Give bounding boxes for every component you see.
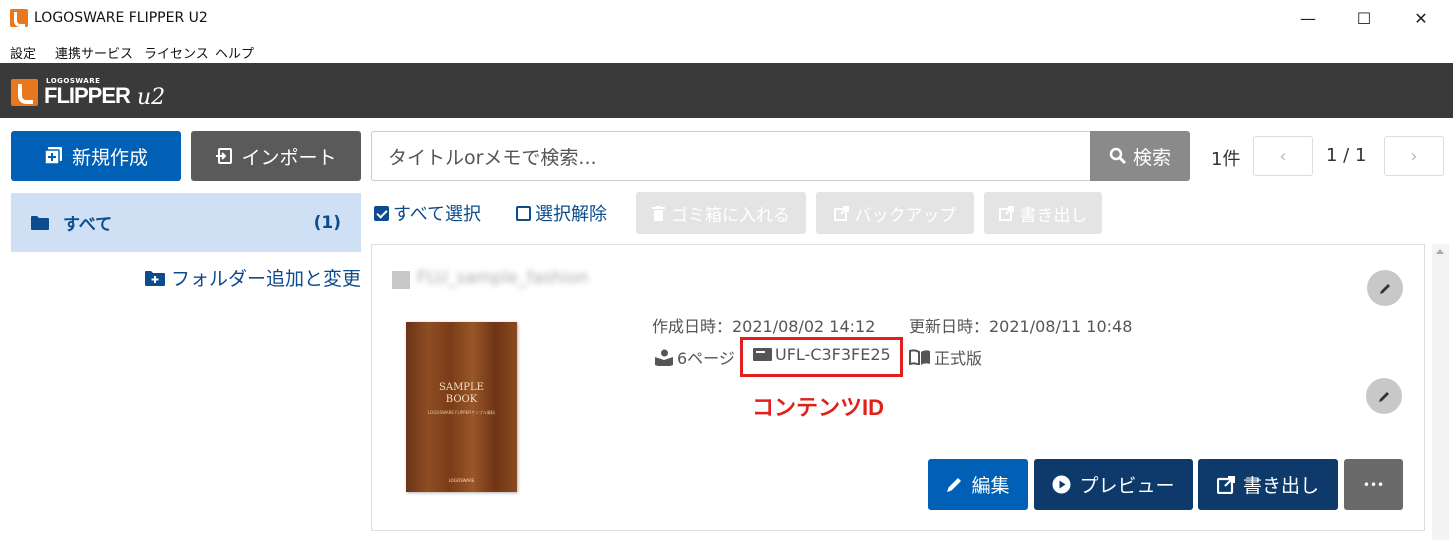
sidebar-item-label: すべて bbox=[63, 215, 113, 235]
book-cover-footer: LOGOSWARE bbox=[448, 478, 475, 483]
import-icon bbox=[216, 148, 233, 164]
sidebar-item-all[interactable]: すべて (1) bbox=[11, 193, 361, 252]
new-button[interactable]: 新規作成 bbox=[11, 131, 181, 181]
logo-mark-icon bbox=[11, 79, 38, 106]
export-selected-button[interactable]: 書き出し bbox=[984, 192, 1102, 234]
next-page-button[interactable]: › bbox=[1384, 136, 1444, 176]
trash-button[interactable]: ゴミ箱に入れる bbox=[636, 192, 806, 234]
search-button-label: 検索 bbox=[1132, 146, 1171, 169]
select-all-link[interactable]: すべて選択 bbox=[374, 200, 481, 226]
more-icon: ••• bbox=[1362, 477, 1385, 492]
backup-button[interactable]: バックアップ bbox=[816, 192, 974, 234]
updated-date: 更新日時：2021/08/11 10:48 bbox=[909, 317, 1133, 336]
folder-add-icon bbox=[144, 270, 165, 286]
search-input[interactable]: タイトルorメモで検索... bbox=[371, 131, 1091, 181]
scrollbar[interactable] bbox=[1432, 244, 1449, 540]
book-cover-title: SAMPLE BOOK bbox=[439, 382, 484, 405]
search-button[interactable]: 検索 bbox=[1090, 131, 1190, 181]
deselect-label: 選択解除 bbox=[535, 204, 607, 225]
new-button-label: 新規作成 bbox=[71, 146, 148, 169]
unchecked-checkbox-icon bbox=[516, 205, 531, 221]
logo-version: u2 bbox=[137, 85, 166, 110]
edit-title-button[interactable] bbox=[1367, 270, 1403, 306]
import-button-label: インポート bbox=[241, 146, 337, 169]
search-icon bbox=[1109, 147, 1127, 165]
page-count: 6ページ bbox=[655, 345, 735, 369]
app-icon bbox=[10, 9, 28, 27]
scroll-up-icon[interactable] bbox=[1436, 249, 1444, 254]
window-title: LOGOSWARE FLIPPER U2 bbox=[34, 10, 208, 26]
import-button[interactable]: インポート bbox=[191, 131, 361, 181]
menu-help[interactable]: ヘルプ bbox=[215, 43, 254, 62]
title-bar: LOGOSWARE FLIPPER U2 — ☐ ✕ bbox=[0, 0, 1453, 38]
edit-button-label: 編集 bbox=[971, 475, 1010, 497]
checked-checkbox-icon bbox=[374, 205, 389, 221]
menu-integrations[interactable]: 連携サービス bbox=[55, 43, 133, 62]
app-header: LOGOSWARE FLIPPER u2 bbox=[0, 63, 1453, 118]
book-cover-subtitle: LOGOSWARE FLIPPERサンプル資料 bbox=[428, 410, 495, 415]
folder-icon bbox=[31, 216, 49, 230]
add-document-icon bbox=[44, 147, 62, 165]
sidebar-item-count: (1) bbox=[313, 212, 341, 233]
edit-memo-button[interactable] bbox=[1366, 378, 1402, 414]
more-button[interactable]: ••• bbox=[1344, 459, 1403, 510]
pencil-icon bbox=[947, 478, 962, 492]
content-id-highlight bbox=[740, 337, 903, 377]
pencil-icon bbox=[1379, 283, 1390, 294]
minimize-button[interactable]: — bbox=[1285, 0, 1331, 38]
export-button[interactable]: 書き出し bbox=[1198, 459, 1338, 510]
preview-button-label: プレビュー bbox=[1079, 475, 1175, 497]
created-date: 作成日時：2021/08/02 14:12 bbox=[652, 317, 876, 336]
trash-label: ゴミ箱に入れる bbox=[671, 205, 790, 226]
select-all-label: すべて選択 bbox=[393, 204, 482, 225]
deselect-link[interactable]: 選択解除 bbox=[516, 200, 607, 226]
item-title: FLU_sample_fashion bbox=[417, 268, 589, 288]
prev-page-button[interactable]: ‹ bbox=[1253, 136, 1313, 176]
menu-bar: 設定 連携サービス ライセンス ヘルプ bbox=[0, 38, 1453, 63]
menu-settings[interactable]: 設定 bbox=[10, 43, 36, 62]
content-id-annotation: コンテンツID bbox=[752, 395, 885, 420]
item-checkbox[interactable] bbox=[392, 271, 410, 289]
edit-button[interactable]: 編集 bbox=[928, 459, 1028, 510]
open-book-icon bbox=[909, 349, 930, 365]
trash-icon bbox=[652, 205, 665, 221]
folder-add-label: フォルダー追加と変更 bbox=[170, 268, 361, 290]
menu-license[interactable]: ライセンス bbox=[144, 43, 209, 62]
folder-add-link[interactable]: フォルダー追加と変更 bbox=[144, 264, 361, 291]
external-link-icon bbox=[1216, 475, 1235, 494]
book-thumbnail[interactable]: SAMPLE BOOK LOGOSWARE FLIPPERサンプル資料 LOGO… bbox=[406, 322, 517, 492]
backup-label: バックアップ bbox=[854, 205, 957, 226]
maximize-button[interactable]: ☐ bbox=[1341, 0, 1387, 38]
edition-label: 正式版 bbox=[934, 349, 983, 368]
logo-product: FLIPPER bbox=[44, 83, 131, 108]
result-count: 1件 bbox=[1211, 149, 1241, 170]
export-button-label: 書き出し bbox=[1242, 475, 1319, 497]
page-count-label: 6ページ bbox=[677, 349, 735, 368]
external-link-icon bbox=[833, 205, 849, 221]
play-circle-icon bbox=[1052, 475, 1071, 494]
edition: 正式版 bbox=[909, 345, 982, 369]
export-selected-label: 書き出し bbox=[1019, 205, 1088, 226]
page-indicator: 1 / 1 bbox=[1326, 145, 1367, 166]
close-button[interactable]: ✕ bbox=[1398, 0, 1444, 38]
external-link-icon bbox=[998, 205, 1014, 221]
pencil-icon bbox=[1378, 391, 1389, 402]
preview-button[interactable]: プレビュー bbox=[1034, 459, 1193, 510]
book-pages-icon bbox=[655, 349, 673, 366]
